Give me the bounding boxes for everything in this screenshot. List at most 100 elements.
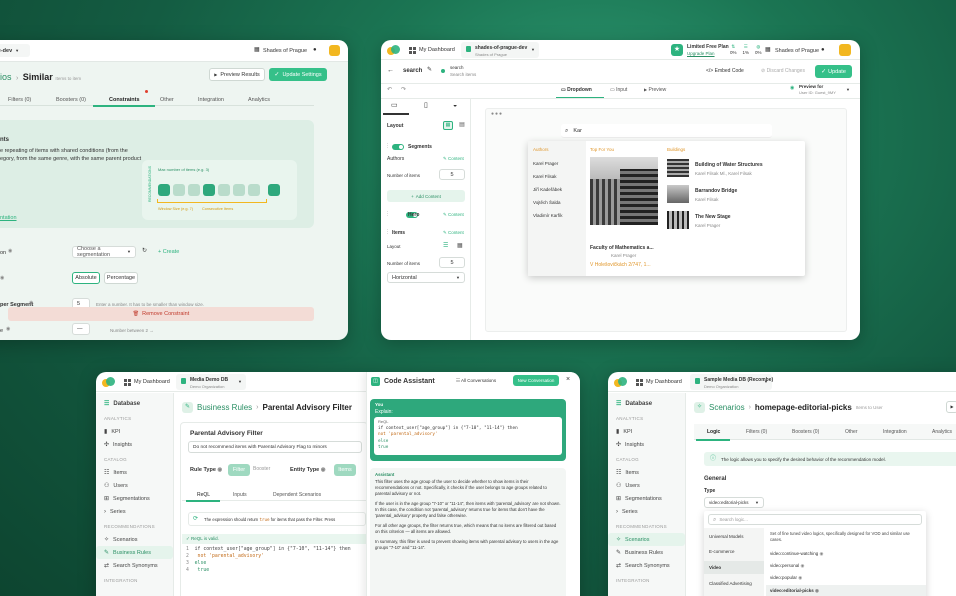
sidebar-item-scenarios[interactable]: ✧ Scenarios [608,533,685,546]
items-num-input[interactable]: 5 [439,257,465,268]
close-icon[interactable]: × [566,376,570,383]
num-items-input[interactable]: 5 [439,169,465,180]
dashboard-icon[interactable] [636,379,643,386]
dashboard-link[interactable]: My Dashboard [134,379,170,385]
sidebar-item-search-synonyms[interactable]: ⇄ Search Synonyms [96,559,173,572]
chevron-down-icon[interactable]: ▼ [846,88,850,92]
tab-filters[interactable]: Filters (0) [746,429,767,435]
preview-results-button[interactable]: ▶ Preview Results [209,68,265,81]
update-button[interactable]: ✓ Update [815,65,852,78]
drag-handle-icon[interactable]: ⋮ [385,144,390,149]
tab-integration[interactable]: Integration [198,97,224,103]
sidebar-item-scenarios[interactable]: ✧ Scenarios [96,533,173,546]
sidebar-item-segmentations[interactable]: ⊞ Segmentations [96,492,173,505]
logic-option[interactable]: video:continue-watching ◉ [770,551,823,557]
preview-user[interactable]: User ID: Guest_9MY [799,90,836,95]
add-content-button[interactable]: + Add Content [387,190,465,202]
logic-option[interactable]: video:editorial-picks ◉ [770,588,819,594]
all-conversations-button[interactable]: ☷ All Conversations [456,378,496,384]
sidebar-database[interactable]: ☰ Database [96,397,173,410]
mode-preview-tab[interactable]: ▶ Preview [644,87,666,93]
desktop-icon[interactable]: ▭ [391,102,398,109]
layout-list-option[interactable]: ▤ [457,121,467,130]
items-layout-list-option[interactable]: ☰ [443,242,448,249]
percentage-toggle[interactable]: Percentage [104,272,138,284]
description-field[interactable]: Do not recommend items with Parental Adv… [188,441,362,453]
upgrade-link[interactable]: Upgrade Plan [687,51,715,56]
items-content-link[interactable]: ✎ Content [443,230,464,236]
rule-type-booster[interactable]: Booster [253,466,270,472]
category-item[interactable]: Universal Models [709,534,744,539]
category-item[interactable]: E-commerce [709,549,735,554]
redo-icon[interactable]: ↷ [401,87,406,93]
sidebar-item-series[interactable]: › Series [608,505,685,518]
sidebar-item-business-rules[interactable]: ✎ Business Rules [96,546,173,559]
drag-handle-icon[interactable]: ⋮ [385,212,390,217]
refresh-icon[interactable]: ↻ [142,248,147,254]
sidebar-item-segmentations[interactable]: ⊞ Segmentations [608,492,685,505]
rule-type-filter[interactable]: Filter [228,464,250,476]
sidebar-item-insights[interactable]: ✣ Insights [608,438,685,451]
segmentation-select[interactable]: Choose a segmentation ▼ [72,246,136,258]
dashboard-link[interactable]: My Dashboard [646,379,682,385]
dashboard-icon[interactable] [409,47,416,54]
undo-icon[interactable]: ↶ [387,87,392,93]
type-select[interactable]: video:editorial-picks ▼ [704,497,764,508]
breadcrumb-parent[interactable]: Business Rules [197,403,252,412]
tab-other[interactable]: Other [160,97,174,103]
author-item[interactable]: Vladimír Karfík [533,213,563,218]
top-result-image[interactable] [590,157,658,225]
drag-handle-icon[interactable]: ⋮ [385,230,390,235]
help-icon[interactable]: ● [821,47,825,53]
avatar[interactable] [329,45,340,56]
building-name[interactable]: The New Stage [695,214,731,220]
create-segmentation-button[interactable]: + Create [158,249,179,255]
layout-grid-option[interactable]: ▦ [443,121,453,130]
sidebar-item-search-synonyms[interactable]: ⇄ Search Synonyms [608,559,685,572]
segments-content-link[interactable]: ✎ Content [443,156,464,162]
tab-reql[interactable]: ReQL [197,492,210,498]
sidebar-item-users[interactable]: ⚇ Users [608,479,685,492]
tab-analytics[interactable]: Analytics [248,97,270,103]
project-switcher[interactable]: Sample Media DB (Recombe) Demo Organizat… [690,374,773,390]
logic-search-input[interactable]: ⌕ Search logic... [708,514,922,525]
segments-toggle[interactable] [392,144,404,150]
author-item[interactable]: Jiří Kadeřábek [533,187,562,192]
orientation-select[interactable]: Horizontal ▼ [387,272,465,283]
sidebar-item-series[interactable]: › Series [96,505,173,518]
new-conversation-button[interactable]: New Conversation [513,375,559,386]
sidebar-item-business-rules[interactable]: ✎ Business Rules [608,546,685,559]
items-layout-grid-option[interactable]: ▦ [457,242,463,249]
project-switcher[interactable]: ague-dev ▼ [0,44,30,57]
entity-type-items[interactable]: Items [334,464,356,476]
code-editor[interactable]: 1 if context_user["age_group"] in {"7-10… [182,546,366,586]
tab-dependent-scenarios[interactable]: Dependent Scenarios [273,492,321,498]
mode-input-tab[interactable]: ▭ Input [610,87,627,93]
building-name[interactable]: Building of Water Structures [695,162,763,168]
sidebar-item-items[interactable]: ☷ Items [608,466,685,479]
search-field[interactable]: ⌕ Kar [561,124,772,138]
tab-inputs[interactable]: Inputs [233,492,247,498]
author-item[interactable]: Karel Filsak [533,174,557,179]
category-item[interactable]: Video [709,565,721,570]
sidebar-item-items[interactable]: ☷ Items [96,466,173,479]
avatar[interactable] [839,44,851,56]
sidebar-item-kpi[interactable]: ▮ KPI [608,425,685,438]
update-settings-button[interactable]: ✓ Update Settings [269,68,327,81]
top-result-title[interactable]: Faculty of Mathematics a... [590,245,654,251]
tab-filters[interactable]: Filters (0) [8,97,31,103]
palette-icon[interactable]: ◒ [453,102,457,109]
author-item[interactable]: Vojtěch Šalda [533,200,561,205]
edit-icon[interactable]: ✎ [427,67,432,73]
tab-boosters[interactable]: Boosters (0) [56,97,86,103]
project-switcher[interactable]: Media Demo DB Demo Organization ▼ [176,374,246,390]
mode-dropdown-tab[interactable]: ▭ Dropdown [561,87,592,93]
tab-other[interactable]: Other [845,429,858,435]
remove-constraint-button[interactable]: 🗑 Remove Constraint [8,307,314,321]
tab-analytics[interactable]: Analytics [932,429,952,435]
breadcrumb-parent[interactable]: Scenarios [709,403,745,412]
dashboard-icon[interactable] [124,379,131,386]
tab-boosters[interactable]: Boosters (0) [792,429,819,435]
author-item[interactable]: Karel Prager [533,161,558,166]
mobile-icon[interactable]: ▯ [424,102,428,109]
